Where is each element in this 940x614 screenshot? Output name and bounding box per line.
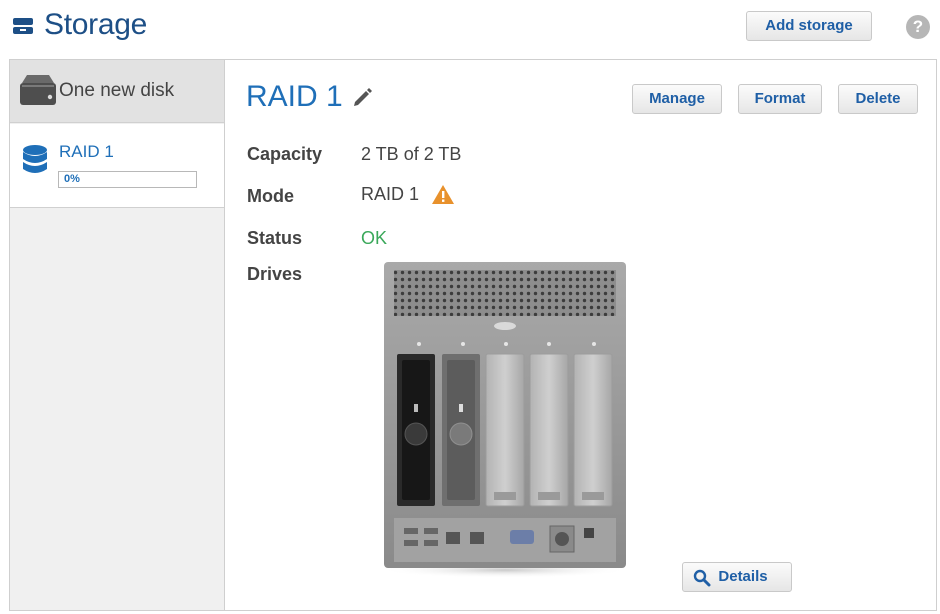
nas-device-image xyxy=(380,262,630,578)
volume-title: RAID 1 xyxy=(246,80,343,113)
capacity-value: 2 TB of 2 TB xyxy=(361,144,462,164)
page-title: Storage xyxy=(44,8,147,41)
sidebar-item-new-disk[interactable]: One new disk xyxy=(10,60,224,123)
storage-panel: One new disk RAID 1 0% RAID 1 Manage For… xyxy=(9,59,937,611)
mode-label: Mode xyxy=(247,186,294,206)
sidebar-item-raid1[interactable]: RAID 1 0% xyxy=(10,124,224,208)
database-icon xyxy=(23,145,47,173)
magnifier-icon xyxy=(693,569,711,587)
details-label: Details xyxy=(718,568,768,585)
status-value: OK xyxy=(361,228,388,248)
pencil-icon[interactable] xyxy=(351,84,375,108)
format-button[interactable]: Format xyxy=(738,84,822,114)
drives-label: Drives xyxy=(247,264,303,284)
sidebar-item-label: RAID 1 xyxy=(59,142,114,161)
details-button[interactable]: Details xyxy=(682,562,792,592)
page-header: Storage Add storage ? xyxy=(0,0,940,56)
status-label: Status xyxy=(247,228,303,248)
sidebar: One new disk RAID 1 0% xyxy=(10,60,225,610)
capacity-label: Capacity xyxy=(247,144,323,164)
mode-value: RAID 1 xyxy=(361,184,420,204)
progress-label: 0% xyxy=(64,173,80,185)
volume-detail: RAID 1 Manage Format Delete Capacity 2 T… xyxy=(226,60,936,610)
warning-icon[interactable] xyxy=(431,184,455,205)
help-icon[interactable]: ? xyxy=(906,15,930,39)
disk-drive-icon xyxy=(20,75,56,105)
storage-drawer-icon xyxy=(13,18,33,34)
add-storage-button[interactable]: Add storage xyxy=(746,11,872,41)
raid-progress-bar: 0% xyxy=(58,171,197,188)
manage-button[interactable]: Manage xyxy=(632,84,722,114)
delete-button[interactable]: Delete xyxy=(838,84,918,114)
sidebar-item-label: One new disk xyxy=(59,80,175,101)
